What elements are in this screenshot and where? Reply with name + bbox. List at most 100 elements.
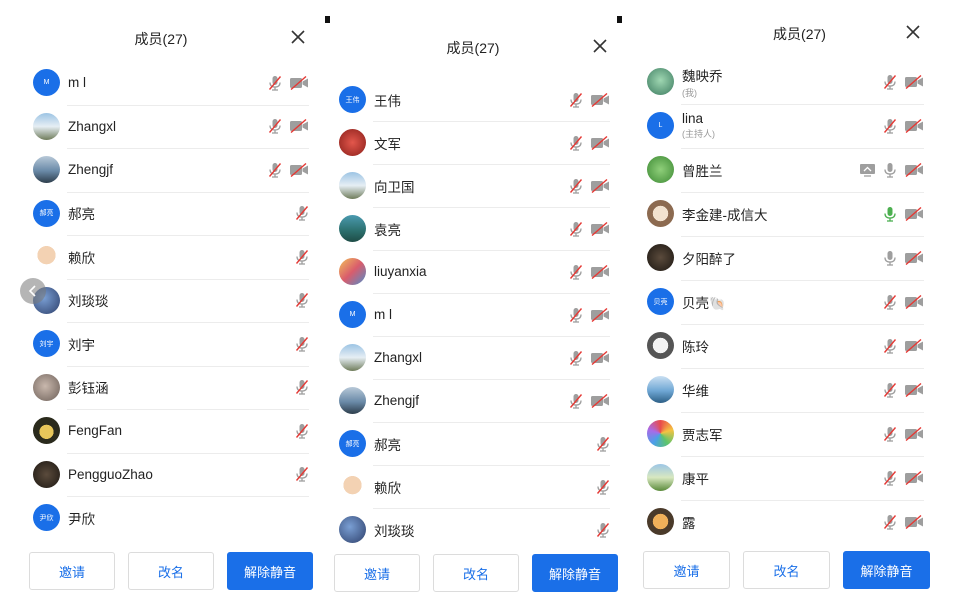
- member-row[interactable]: Zhengjf: [33, 148, 309, 192]
- microphone-muted-icon[interactable]: [569, 350, 583, 366]
- member-row[interactable]: Llina (主持人): [647, 104, 924, 148]
- camera-off-icon[interactable]: [590, 221, 610, 236]
- member-row[interactable]: 魏映乔 (我): [647, 60, 924, 104]
- microphone-muted-icon[interactable]: [596, 479, 610, 495]
- microphone-muted-icon[interactable]: [883, 294, 897, 310]
- camera-off-icon[interactable]: [904, 250, 924, 265]
- camera-off-icon[interactable]: [904, 382, 924, 397]
- member-row[interactable]: 彭钰涵: [33, 365, 309, 410]
- microphone-muted-icon[interactable]: [569, 221, 583, 237]
- member-row[interactable]: 赖欣: [33, 235, 309, 279]
- member-row[interactable]: Mm l: [33, 61, 309, 105]
- invite-button[interactable]: 邀请: [643, 551, 730, 589]
- member-row[interactable]: Mm l: [339, 293, 610, 337]
- microphone-muted-icon[interactable]: [569, 178, 583, 194]
- microphone-muted-icon[interactable]: [569, 92, 583, 108]
- member-row[interactable]: 康平: [647, 456, 924, 500]
- camera-off-icon[interactable]: [904, 294, 924, 309]
- camera-off-icon[interactable]: [590, 393, 610, 408]
- microphone-muted-icon[interactable]: [883, 514, 897, 530]
- microphone-on-icon[interactable]: [883, 206, 897, 222]
- microphone-muted-icon[interactable]: [883, 338, 897, 354]
- camera-off-icon[interactable]: [904, 470, 924, 485]
- camera-off-icon[interactable]: [590, 135, 610, 150]
- camera-off-icon[interactable]: [289, 162, 309, 177]
- rename-button[interactable]: 改名: [128, 552, 214, 590]
- rename-button[interactable]: 改名: [433, 554, 519, 592]
- microphone-muted-icon[interactable]: [295, 423, 309, 439]
- member-row[interactable]: 露: [647, 500, 924, 544]
- member-row[interactable]: Zhangxl: [33, 104, 309, 149]
- close-icon[interactable]: [290, 29, 306, 45]
- microphone-muted-icon[interactable]: [295, 379, 309, 395]
- camera-off-icon[interactable]: [289, 119, 309, 134]
- microphone-muted-icon[interactable]: [268, 118, 282, 134]
- microphone-icon[interactable]: [883, 162, 897, 178]
- microphone-muted-icon[interactable]: [295, 249, 309, 265]
- member-row[interactable]: 文军: [339, 121, 610, 165]
- scroll-left-button[interactable]: [20, 278, 46, 304]
- member-row[interactable]: 刘宇 刘宇: [33, 322, 309, 366]
- microphone-muted-icon[interactable]: [596, 436, 610, 452]
- close-icon[interactable]: [592, 38, 608, 54]
- member-row[interactable]: liuyanxia: [339, 250, 610, 294]
- camera-off-icon[interactable]: [904, 74, 924, 89]
- microphone-muted-icon[interactable]: [883, 426, 897, 442]
- member-row[interactable]: 郝亮 郝亮: [33, 191, 309, 236]
- camera-off-icon[interactable]: [904, 426, 924, 441]
- camera-off-icon[interactable]: [590, 350, 610, 365]
- screen-share-icon[interactable]: [859, 163, 876, 177]
- member-row[interactable]: 刘琰琰: [339, 508, 610, 552]
- close-icon[interactable]: [905, 24, 921, 40]
- microphone-muted-icon[interactable]: [883, 382, 897, 398]
- member-row[interactable]: 贝壳 贝壳🐚: [647, 280, 924, 324]
- microphone-muted-icon[interactable]: [569, 264, 583, 280]
- microphone-muted-icon[interactable]: [883, 470, 897, 486]
- microphone-muted-icon[interactable]: [268, 162, 282, 178]
- camera-off-icon[interactable]: [904, 206, 924, 221]
- camera-off-icon[interactable]: [904, 338, 924, 353]
- member-row[interactable]: 王伟 王伟: [339, 78, 610, 122]
- member-row[interactable]: 向卫国: [339, 164, 610, 208]
- camera-off-icon[interactable]: [590, 264, 610, 279]
- member-row[interactable]: 陈玲: [647, 324, 924, 368]
- rename-button[interactable]: 改名: [743, 551, 830, 589]
- unmute-all-button[interactable]: 解除静音: [227, 552, 313, 590]
- microphone-muted-icon[interactable]: [596, 522, 610, 538]
- camera-off-icon[interactable]: [590, 92, 610, 107]
- microphone-muted-icon[interactable]: [268, 75, 282, 91]
- camera-off-icon[interactable]: [590, 307, 610, 322]
- microphone-muted-icon[interactable]: [295, 292, 309, 308]
- member-row[interactable]: 赖欣: [339, 465, 610, 509]
- camera-off-icon[interactable]: [289, 75, 309, 90]
- camera-off-icon[interactable]: [590, 178, 610, 193]
- camera-off-icon[interactable]: [904, 118, 924, 133]
- member-row[interactable]: 李金建-成信大: [647, 192, 924, 236]
- microphone-muted-icon[interactable]: [569, 135, 583, 151]
- camera-off-icon[interactable]: [904, 162, 924, 177]
- microphone-muted-icon[interactable]: [295, 466, 309, 482]
- member-row[interactable]: 贾志军: [647, 412, 924, 456]
- camera-off-icon[interactable]: [904, 514, 924, 529]
- member-row[interactable]: 华维: [647, 368, 924, 412]
- member-row[interactable]: Zhangxl: [339, 336, 610, 380]
- unmute-all-button[interactable]: 解除静音: [532, 554, 618, 592]
- invite-button[interactable]: 邀请: [29, 552, 115, 590]
- member-row[interactable]: 郝亮 郝亮: [339, 422, 610, 466]
- microphone-muted-icon[interactable]: [295, 205, 309, 221]
- microphone-icon[interactable]: [883, 250, 897, 266]
- member-row[interactable]: 袁亮: [339, 207, 610, 251]
- member-row[interactable]: 夕阳醉了: [647, 236, 924, 280]
- microphone-muted-icon[interactable]: [569, 393, 583, 409]
- member-row[interactable]: FengFan: [33, 409, 309, 453]
- microphone-muted-icon[interactable]: [883, 74, 897, 90]
- member-row[interactable]: 尹欣 尹欣: [33, 496, 309, 540]
- microphone-muted-icon[interactable]: [883, 118, 897, 134]
- member-row[interactable]: 曾胜兰: [647, 148, 924, 192]
- unmute-all-button[interactable]: 解除静音: [843, 551, 930, 589]
- member-row[interactable]: Zhengjf: [339, 379, 610, 423]
- member-row[interactable]: PengguoZhao: [33, 452, 309, 497]
- microphone-muted-icon[interactable]: [569, 307, 583, 323]
- member-row[interactable]: 刘琰琰: [33, 278, 309, 323]
- microphone-muted-icon[interactable]: [295, 336, 309, 352]
